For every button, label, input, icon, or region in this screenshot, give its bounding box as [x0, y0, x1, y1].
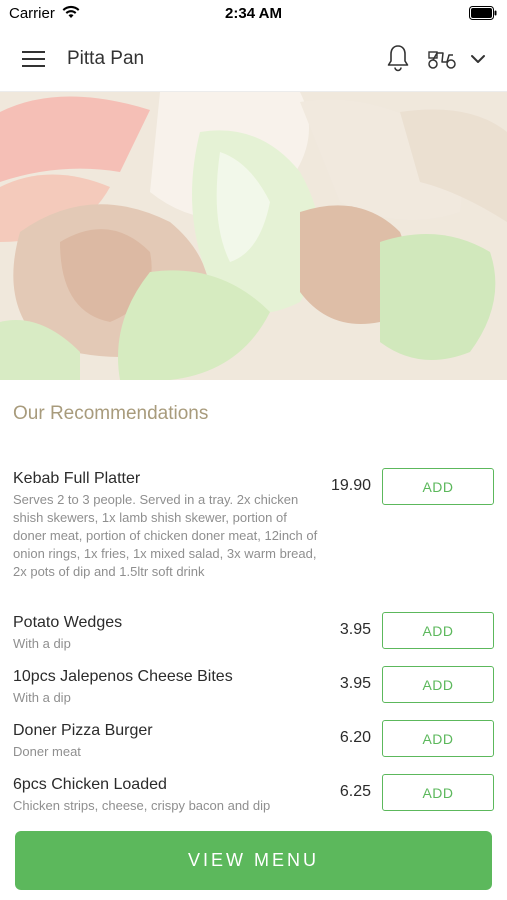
hero-image	[0, 92, 507, 380]
menu-item-potato-wedges: Potato Wedges With a dip 3.95 ADD	[0, 610, 507, 664]
add-button[interactable]: ADD	[382, 774, 494, 811]
menu-icon[interactable]	[22, 49, 46, 69]
menu-item-jalepenos-cheese-bites: 10pcs Jalepenos Cheese Bites With a dip …	[0, 664, 507, 718]
item-price: 19.90	[330, 477, 371, 494]
view-menu-button[interactable]: VIEW MENU	[15, 831, 492, 890]
scooter-icon[interactable]	[427, 48, 457, 70]
clock: 2:34 AM	[225, 5, 282, 22]
item-name: 10pcs Jalepenos Cheese Bites	[13, 668, 233, 685]
menu-item-chicken-loaded: 6pcs Chicken Loaded Chicken strips, chee…	[0, 772, 507, 826]
item-name: Kebab Full Platter	[13, 470, 141, 487]
add-button[interactable]: ADD	[382, 666, 494, 703]
item-name: Doner Pizza Burger	[13, 722, 153, 739]
item-description: With a dip	[13, 690, 71, 705]
bell-icon[interactable]	[386, 44, 410, 72]
status-bar: Carrier 2:34 AM	[0, 0, 507, 26]
add-button[interactable]: ADD	[382, 720, 494, 757]
item-price: 6.25	[339, 783, 371, 800]
add-button[interactable]: ADD	[382, 612, 494, 649]
chevron-down-icon[interactable]	[470, 53, 486, 65]
battery-icon	[469, 6, 497, 20]
item-name: Potato Wedges	[13, 614, 123, 631]
recommendations-title: Our Recommendations	[13, 403, 209, 424]
menu-item-kebab-full-platter: Kebab Full Platter Serves 2 to 3 people.…	[0, 466, 507, 610]
item-description: Doner meat	[13, 744, 81, 759]
item-description: Chicken strips, cheese, crispy bacon and…	[13, 798, 271, 813]
item-price: 6.20	[339, 729, 371, 746]
item-price: 3.95	[339, 675, 371, 692]
menu-item-doner-pizza-burger: Doner Pizza Burger Doner meat 6.20 ADD	[0, 718, 507, 772]
add-button[interactable]: ADD	[382, 468, 494, 505]
item-name: 6pcs Chicken Loaded	[13, 776, 167, 793]
item-price: 3.95	[339, 621, 371, 638]
page-title: Pitta Pan	[67, 48, 145, 69]
app-header: Pitta Pan	[0, 26, 507, 92]
recommendations-list: Kebab Full Platter Serves 2 to 3 people.…	[0, 466, 507, 826]
item-description: With a dip	[13, 636, 71, 651]
kebab-food-photo	[0, 92, 507, 380]
item-description: Serves 2 to 3 people. Served in a tray. …	[13, 492, 318, 579]
